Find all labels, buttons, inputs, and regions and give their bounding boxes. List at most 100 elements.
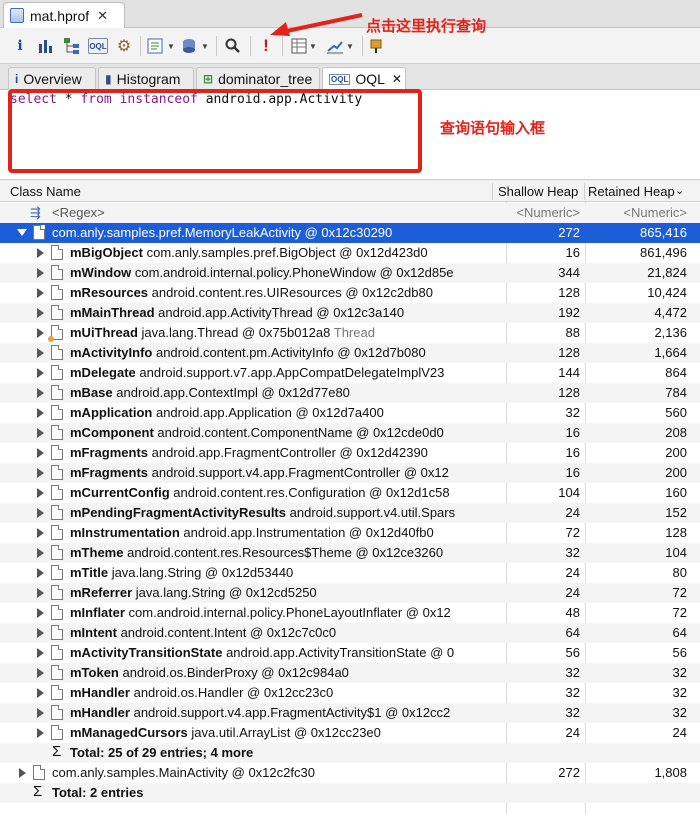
reports-menu-icon[interactable]: ▼ bbox=[146, 36, 176, 56]
table-row[interactable]: mReferrer java.lang.String @ 0x12cd5250 2… bbox=[0, 583, 700, 603]
expand-toggle-icon[interactable] bbox=[37, 568, 44, 578]
field-value: android.support.v4.app.FragmentControlle… bbox=[151, 465, 449, 480]
expand-toggle-icon[interactable] bbox=[37, 668, 44, 678]
shallow-heap-value: 48 bbox=[565, 605, 580, 620]
expand-toggle-icon[interactable] bbox=[17, 229, 27, 236]
expand-toggle-icon[interactable] bbox=[37, 348, 44, 358]
expand-toggle-icon[interactable] bbox=[37, 428, 44, 438]
close-icon[interactable]: ✕ bbox=[392, 72, 402, 86]
object-name: mReferrer java.lang.String @ 0x12cd5250 bbox=[70, 585, 500, 600]
table-row[interactable]: mIntent android.content.Intent @ 0x12c7c… bbox=[0, 623, 700, 643]
pin-icon[interactable] bbox=[366, 36, 386, 56]
table-row[interactable]: mHandler android.support.v4.app.Fragment… bbox=[0, 703, 700, 723]
table-row[interactable]: mComponent android.content.ComponentName… bbox=[0, 423, 700, 443]
expand-toggle-icon[interactable] bbox=[37, 588, 44, 598]
table-row[interactable]: mManagedCursors java.util.ArrayList @ 0x… bbox=[0, 723, 700, 743]
filter-row[interactable]: ⇶ <Regex> <Numeric> <Numeric> bbox=[0, 203, 700, 223]
numeric-filter-retained[interactable]: <Numeric> bbox=[623, 205, 687, 220]
expand-toggle-icon[interactable] bbox=[37, 388, 44, 398]
table-row[interactable]: mDelegate android.support.v7.app.AppComp… bbox=[0, 363, 700, 383]
gear-icon[interactable]: ⚙ bbox=[114, 36, 134, 56]
table-row[interactable]: mUiThread java.lang.Thread @ 0x75b012a8 … bbox=[0, 323, 700, 343]
expand-toggle-icon[interactable] bbox=[37, 488, 44, 498]
expand-toggle-icon[interactable] bbox=[37, 508, 44, 518]
expand-toggle-icon[interactable] bbox=[37, 648, 44, 658]
table-row[interactable]: mApplication android.app.Application @ 0… bbox=[0, 403, 700, 423]
table-row[interactable]: mWindow com.android.internal.policy.Phon… bbox=[0, 263, 700, 283]
expand-toggle-icon[interactable] bbox=[37, 688, 44, 698]
fields-total-row[interactable]: Σ Total: 25 of 29 entries; 4 more bbox=[0, 743, 700, 763]
overview-info-icon[interactable]: i bbox=[12, 36, 28, 56]
retained-heap-value: 1,808 bbox=[654, 765, 687, 780]
retained-heap-value: 24 bbox=[672, 725, 687, 740]
object-icon bbox=[51, 405, 63, 420]
object-name: mTitle java.lang.String @ 0x12d53440 bbox=[70, 565, 500, 580]
shallow-heap-value: 16 bbox=[565, 245, 580, 260]
regex-filter-input[interactable]: <Regex> bbox=[52, 205, 105, 220]
table-row[interactable]: mActivityTransitionState android.app.Act… bbox=[0, 643, 700, 663]
search-icon[interactable] bbox=[222, 36, 244, 56]
expand-toggle-icon[interactable] bbox=[37, 628, 44, 638]
grand-total-row[interactable]: Σ Total: 2 entries bbox=[0, 783, 700, 803]
object-icon bbox=[51, 525, 63, 540]
table-row[interactable]: mTitle java.lang.String @ 0x12d53440 24 80 bbox=[0, 563, 700, 583]
expand-toggle-icon[interactable] bbox=[37, 708, 44, 718]
table-row[interactable]: mToken android.os.BinderProxy @ 0x12c984… bbox=[0, 663, 700, 683]
table-row[interactable]: mCurrentConfig android.content.res.Confi… bbox=[0, 483, 700, 503]
expand-toggle-icon[interactable] bbox=[37, 248, 44, 258]
dominator-tree-icon[interactable] bbox=[62, 36, 82, 56]
table-row-main-activity[interactable]: com.anly.samples.MainActivity @ 0x12c2fc… bbox=[0, 763, 700, 783]
tab-overview[interactable]: i Overview bbox=[8, 67, 96, 90]
table-row[interactable]: mFragments android.app.FragmentControlle… bbox=[0, 443, 700, 463]
column-retained-heap[interactable]: Retained Heap bbox=[588, 184, 684, 199]
table-row[interactable]: mInflater com.android.internal.policy.Ph… bbox=[0, 603, 700, 623]
expand-toggle-icon[interactable] bbox=[37, 548, 44, 558]
numeric-filter-shallow[interactable]: <Numeric> bbox=[516, 205, 580, 220]
expand-toggle-icon[interactable] bbox=[37, 408, 44, 418]
expand-toggle-icon[interactable] bbox=[37, 288, 44, 298]
histogram-icon: ▮ bbox=[105, 72, 112, 86]
expand-toggle-icon[interactable] bbox=[37, 528, 44, 538]
query-browser-icon[interactable]: ▼ bbox=[180, 36, 210, 56]
table-row[interactable]: mMainThread android.app.ActivityThread @… bbox=[0, 303, 700, 323]
export-icon[interactable]: ▼ bbox=[324, 36, 356, 56]
table-row[interactable]: mBase android.app.ContextImpl @ 0x12d77e… bbox=[0, 383, 700, 403]
column-class-name[interactable]: Class Name bbox=[10, 184, 81, 199]
editor-tab-mat-hprof[interactable]: mat.hprof ✕ bbox=[3, 2, 125, 28]
calculate-retained-size-icon[interactable]: ▼ bbox=[288, 36, 320, 56]
table-row[interactable]: mActivityInfo android.content.pm.Activit… bbox=[0, 343, 700, 363]
field-name: mActivityInfo bbox=[70, 345, 153, 360]
histogram-icon[interactable] bbox=[36, 36, 56, 56]
expand-toggle-icon[interactable] bbox=[37, 728, 44, 738]
object-name: mBase android.app.ContextImpl @ 0x12d77e… bbox=[70, 385, 500, 400]
table-row[interactable]: mBigObject com.anly.samples.pref.BigObje… bbox=[0, 243, 700, 263]
column-shallow-heap[interactable]: Shallow Heap bbox=[498, 184, 578, 199]
table-row[interactable]: mTheme android.content.res.Resources$The… bbox=[0, 543, 700, 563]
view-tabs: i Overview ▮ Histogram ⊞ dominator_tree … bbox=[0, 64, 700, 90]
expand-toggle-icon[interactable] bbox=[37, 328, 44, 338]
table-row[interactable]: mInstrumentation android.app.Instrumenta… bbox=[0, 523, 700, 543]
close-icon[interactable]: ✕ bbox=[97, 8, 108, 24]
expand-toggle-icon[interactable] bbox=[37, 268, 44, 278]
regex-filter-icon[interactable]: ⇶ bbox=[30, 205, 41, 221]
expand-toggle-icon[interactable] bbox=[37, 368, 44, 378]
expand-toggle-icon[interactable] bbox=[37, 608, 44, 618]
expand-toggle-icon[interactable] bbox=[37, 468, 44, 478]
object-name: mResources android.content.res.UIResourc… bbox=[70, 285, 500, 300]
sort-descending-icon[interactable]: ⌄ bbox=[675, 184, 684, 197]
tab-oql[interactable]: OQL OQL ✕ bbox=[322, 67, 406, 90]
expand-toggle-icon[interactable] bbox=[37, 448, 44, 458]
table-row-memory-leak-activity[interactable]: com.anly.samples.pref.MemoryLeakActivity… bbox=[0, 223, 700, 243]
expand-toggle-icon[interactable] bbox=[19, 768, 26, 778]
table-row[interactable]: mFragments android.support.v4.app.Fragme… bbox=[0, 463, 700, 483]
expand-toggle-icon[interactable] bbox=[37, 308, 44, 318]
execute-query-icon[interactable]: ! bbox=[256, 36, 276, 56]
info-icon: i bbox=[15, 72, 19, 86]
table-row[interactable]: mHandler android.os.Handler @ 0x12cc23c0… bbox=[0, 683, 700, 703]
table-row[interactable]: mResources android.content.res.UIResourc… bbox=[0, 283, 700, 303]
tab-histogram[interactable]: ▮ Histogram bbox=[98, 67, 194, 90]
oql-icon[interactable]: OQL bbox=[88, 38, 108, 54]
tab-dominator-tree[interactable]: ⊞ dominator_tree bbox=[196, 67, 320, 90]
field-name: mTitle bbox=[70, 565, 109, 580]
table-row[interactable]: mPendingFragmentActivityResults android.… bbox=[0, 503, 700, 523]
